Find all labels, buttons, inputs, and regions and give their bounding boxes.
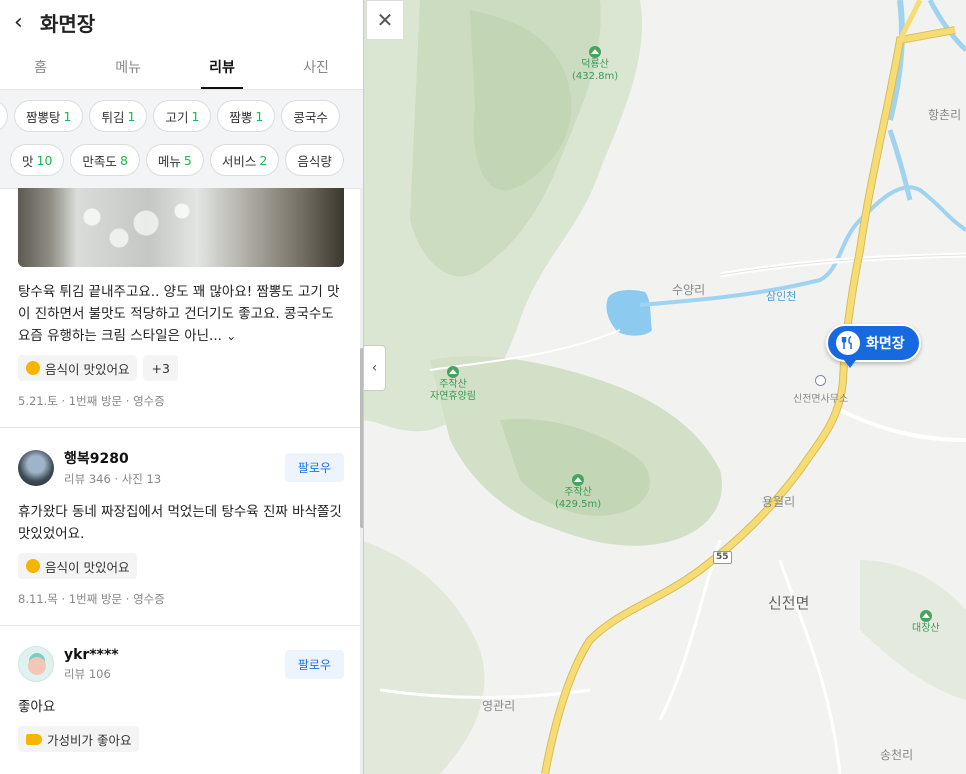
review-tag: 음식이 맛있어요 — [18, 355, 138, 381]
place-marker[interactable]: 화면장 — [826, 324, 921, 368]
reviewer-name[interactable]: 행복9280 — [64, 448, 275, 468]
review-text[interactable]: 탕수육 튀김 끝내주고요.. 양도 꽤 많아요! 짬뽕도 고기 맛이 진하면서 … — [0, 267, 362, 347]
back-icon[interactable]: ‹ — [14, 10, 30, 35]
reviewer-info: 행복9280 리뷰 346 · 사진 13 — [64, 448, 275, 487]
review-tags: 음식이 맛있어요 +3 — [0, 347, 362, 381]
peak-daechangsan[interactable]: 대창산 — [912, 610, 940, 635]
panel-header: ‹ 화면장 — [0, 0, 363, 44]
label-yongwolri: 용월리 — [762, 495, 796, 509]
scrollbar[interactable] — [360, 188, 363, 774]
reviewer-info: ykr**** 리뷰 106 — [64, 647, 275, 682]
page-title: 화면장 — [40, 11, 96, 36]
chip-partial[interactable] — [0, 100, 8, 132]
chevron-down-icon[interactable]: ⌄ — [226, 329, 236, 343]
chip-service[interactable]: 서비스 2 — [209, 144, 280, 176]
review-list[interactable]: 탕수육 튀김 끝내주고요.. 양도 꽤 많아요! 짬뽕도 고기 맛이 진하면서 … — [0, 188, 362, 774]
review-meta: 5.21.토 · 1번째 방문 · 영수증 — [18, 394, 165, 408]
tab-home[interactable]: 홈 — [26, 45, 55, 89]
reviewer: ykr**** 리뷰 106 팔로우 — [0, 646, 362, 682]
avatar[interactable] — [18, 646, 54, 682]
label-samincheon: 삼인천 — [766, 290, 797, 303]
label-office[interactable]: 신전면사무소 — [793, 390, 848, 405]
review-tag: 음식이 맛있어요 — [18, 553, 138, 579]
label-hangchonri: 항촌리 — [928, 108, 962, 122]
peak-deokryongsan[interactable]: 덕룡산 (432.8m) — [572, 46, 618, 83]
reviewer: 행복9280 리뷰 346 · 사진 13 팔로우 — [0, 448, 362, 487]
label-suyangri: 수양리 — [672, 283, 706, 297]
keyword-chips: 짬뽕탕 1 튀김 1 고기 1 짬뽕 1 콩국수 맛 10 만족도 8 메뉴 5 서비스 2 음… — [0, 90, 363, 189]
chip-row-menu: 짬뽕탕 1 튀김 1 고기 1 짬뽕 1 콩국수 — [0, 100, 363, 134]
tab-menu[interactable]: 메뉴 — [107, 45, 149, 89]
label-songcheonri: 송천리 — [880, 748, 914, 762]
chevron-left-icon: ‹ — [371, 360, 378, 376]
review-tag: 가성비가 좋아요 — [18, 726, 140, 752]
mountain-icon — [447, 366, 459, 378]
follow-button[interactable]: 팔로우 — [284, 453, 344, 482]
chip-jjamppong[interactable]: 짬뽕 1 — [217, 100, 276, 132]
reviewer-stats: 리뷰 346 · 사진 13 — [64, 472, 162, 486]
smile-icon — [26, 559, 40, 573]
chip-row-keywords: 맛 10 만족도 8 메뉴 5 서비스 2 음식량 — [0, 144, 363, 178]
tab-bar: 홈 메뉴 리뷰 사진 — [0, 44, 363, 90]
chip-kongguksu[interactable]: 콩국수 — [281, 100, 340, 132]
review-photo[interactable] — [18, 188, 344, 267]
mountain-icon — [572, 474, 585, 486]
close-icon: ✕ — [376, 8, 394, 32]
chip-twigim[interactable]: 튀김 1 — [89, 100, 148, 132]
review-tags: 가성비가 좋아요 — [0, 718, 362, 752]
review-text[interactable]: 휴가왔다 동네 짜장집에서 먹었는데 탕수육 진짜 바삭쫄깃 맛있었어요. — [0, 487, 362, 545]
label-yeonggwanri: 영관리 — [482, 699, 516, 713]
review-item: 행복9280 리뷰 346 · 사진 13 팔로우 휴가왔다 동네 짜장집에서 … — [0, 428, 362, 626]
review-tags: 음식이 맛있어요 — [0, 545, 362, 579]
chip-menu[interactable]: 메뉴 5 — [145, 144, 204, 176]
smile-icon — [26, 361, 40, 375]
chip-gogi[interactable]: 고기 1 — [153, 100, 212, 132]
route-shield: 55 — [713, 551, 732, 564]
follow-button[interactable]: 팔로우 — [284, 649, 344, 679]
more-tags-button[interactable]: +3 — [143, 355, 178, 381]
tab-reviews[interactable]: 리뷰 — [201, 45, 243, 89]
chip-portion[interactable]: 음식량 — [285, 144, 344, 176]
review-meta: 8.11.목 · 1번째 방문 · 영수증 — [18, 592, 165, 606]
close-button[interactable]: ✕ — [366, 0, 404, 40]
thumbs-up-icon — [26, 733, 42, 745]
review-item: ykr**** 리뷰 106 팔로우 좋아요 가성비가 좋아요 — [0, 626, 362, 752]
avatar[interactable] — [18, 449, 54, 486]
collapse-panel-button[interactable]: ‹ — [364, 345, 386, 391]
mountain-icon — [919, 610, 932, 622]
office-icon — [815, 375, 826, 386]
reviewer-name[interactable]: ykr**** — [64, 647, 275, 663]
chip-satisfaction[interactable]: 만족도 8 — [70, 144, 140, 176]
peak-jujaksan-forest[interactable]: 주작산 자연휴양림 — [430, 366, 476, 403]
tab-photos[interactable]: 사진 — [295, 45, 337, 89]
place-panel: ‹ 화면장 홈 메뉴 리뷰 사진 짬뽕탕 1 튀김 1 고기 1 짬뽕 1 콩국수 맛1… — [0, 0, 364, 774]
chip-jjamppongtang[interactable]: 짬뽕탕 1 — [14, 100, 84, 132]
peak-jujaksan[interactable]: 주작산 (429.5m) — [555, 474, 601, 511]
restaurant-icon — [836, 331, 860, 355]
chip-taste[interactable]: 맛 10 — [10, 144, 65, 176]
mountain-icon — [589, 46, 602, 58]
scrollbar-thumb[interactable] — [360, 348, 363, 528]
review-text[interactable]: 좋아요 — [0, 682, 362, 718]
reviewer-stats: 리뷰 106 — [64, 666, 111, 681]
label-sinjeonmyeon: 신전면 — [768, 594, 810, 612]
